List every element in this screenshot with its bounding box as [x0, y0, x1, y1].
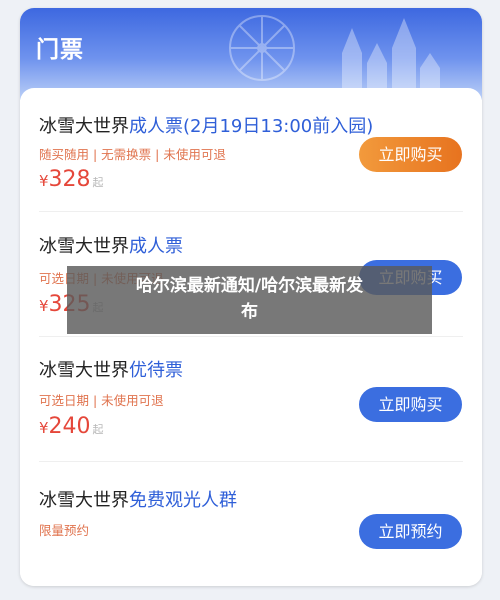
price-suffix: 起 — [92, 423, 104, 436]
ticket-name: 冰雪大世界 — [39, 116, 129, 137]
ticket-item[interactable]: 冰雪大世界优待票 可选日期 | 未使用可退 ¥240 起 立即购买 — [20, 337, 482, 457]
buy-now-button[interactable]: 立即购买 — [359, 137, 462, 172]
ticket-title: 冰雪大世界成人票 — [39, 232, 183, 258]
buy-now-button[interactable]: 立即购买 — [359, 387, 462, 422]
ticket-type: 优待票 — [129, 360, 183, 381]
page-title: 门票 — [36, 37, 84, 63]
ice-castle-illustration — [229, 15, 440, 100]
ticket-tags: 限量预约 — [39, 523, 90, 538]
ticket-name: 冰雪大世界 — [39, 360, 129, 381]
ticket-item[interactable]: 冰雪大世界成人票(2月19日13:00前入园) 随买随用 | 无需换票 | 未使… — [20, 88, 482, 208]
ticket-price: ¥240 起 — [39, 414, 104, 439]
ticket-price: ¥328 起 — [39, 167, 104, 192]
news-overlay-banner: 哈尔滨最新通知/哈尔滨最新发 布 — [67, 266, 432, 334]
ticket-list: 冰雪大世界成人票(2月19日13:00前入园) 随买随用 | 无需换票 | 未使… — [20, 88, 482, 586]
price-suffix: 起 — [92, 176, 104, 189]
ticket-type: 成人票 — [129, 236, 183, 257]
price-currency: ¥ — [39, 172, 49, 190]
price-value: 240 — [48, 414, 91, 439]
price-value: 328 — [48, 167, 91, 192]
price-currency: ¥ — [39, 419, 49, 437]
ticket-type: 成人票(2月19日13:00前入园) — [129, 116, 374, 137]
card-header: 门票 — [20, 8, 482, 100]
ticket-title: 冰雪大世界优待票 — [39, 356, 183, 382]
overlay-line-2: 布 — [241, 302, 258, 322]
ticket-item[interactable]: 冰雪大世界免费观光人群 限量预约 立即预约 — [20, 462, 482, 582]
reserve-now-button[interactable]: 立即预约 — [359, 514, 462, 549]
ticket-title: 冰雪大世界免费观光人群 — [39, 486, 237, 512]
ticket-name: 冰雪大世界 — [39, 490, 129, 511]
ticket-type: 免费观光人群 — [129, 490, 237, 511]
ticket-title: 冰雪大世界成人票(2月19日13:00前入园) — [39, 112, 373, 138]
price-currency: ¥ — [39, 297, 49, 315]
ticket-name: 冰雪大世界 — [39, 236, 129, 257]
ticket-tags: 可选日期 | 未使用可退 — [39, 393, 164, 408]
overlay-line-1: 哈尔滨最新通知/哈尔滨最新发 — [135, 276, 364, 296]
ticket-tags: 随买随用 | 无需换票 | 未使用可退 — [39, 147, 226, 162]
